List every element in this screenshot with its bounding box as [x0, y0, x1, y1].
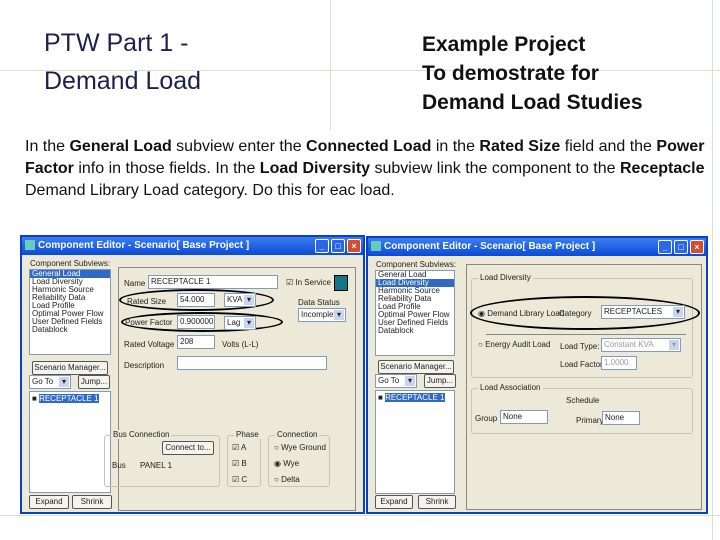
- load-factor-input[interactable]: 1.0000: [601, 356, 637, 370]
- name-input[interactable]: RECEPTACLE 1: [148, 275, 278, 289]
- power-factor-label: Power Factor: [125, 318, 173, 327]
- jump-button[interactable]: Jump...: [78, 375, 110, 389]
- expand-button[interactable]: Expand: [375, 495, 413, 509]
- load-type-dropdown[interactable]: Constant KVA: [601, 338, 681, 352]
- slide-title: PTW Part 1 - Demand Load: [44, 29, 202, 95]
- component-editor-load-diversity: Component Editor - Scenario[ Base Projec…: [366, 236, 708, 514]
- load-type-label: Load Type:: [560, 342, 600, 351]
- rated-size-input[interactable]: 54.000: [177, 293, 215, 307]
- minimize-button[interactable]: _: [315, 239, 329, 253]
- subview-optimal-power-flow[interactable]: Optimal Power Flow: [30, 310, 110, 318]
- rated-voltage-unit: Volts (L-L): [222, 340, 259, 349]
- phase-b-checkbox[interactable]: ☑ B: [232, 459, 247, 468]
- subview-datablock[interactable]: Datablock: [30, 326, 110, 334]
- component-tree[interactable]: ■ RECEPTACLE 1: [29, 391, 111, 493]
- maximize-button[interactable]: □: [331, 239, 345, 253]
- rated-voltage-input[interactable]: 208: [177, 335, 215, 349]
- app-icon: [371, 241, 381, 251]
- rated-size-unit-dropdown[interactable]: KVA: [224, 293, 256, 307]
- subviews-list[interactable]: General Load Load Diversity Harmonic Sou…: [375, 270, 455, 356]
- group-input[interactable]: None: [500, 410, 548, 424]
- subviews-label: Component Subviews:: [376, 260, 457, 269]
- primary-input[interactable]: None: [602, 411, 640, 425]
- data-status-dropdown[interactable]: Incomplete: [298, 308, 346, 322]
- divider: [486, 334, 686, 335]
- subview-load-diversity[interactable]: Load Diversity: [30, 278, 110, 286]
- shrink-button[interactable]: Shrink: [72, 495, 112, 509]
- data-status-label: Data Status: [298, 298, 340, 307]
- subview-harmonic-source[interactable]: Harmonic Source: [376, 287, 454, 295]
- tree-item[interactable]: RECEPTACLE 1: [39, 394, 99, 403]
- instructions-text: In the General Load subview enter the Co…: [25, 138, 705, 199]
- schedule-label: Schedule: [566, 396, 600, 405]
- title-bar: Component Editor - Scenario[ Base Projec…: [368, 238, 706, 256]
- load-icon: ■: [378, 393, 386, 402]
- subview-load-profile[interactable]: Load Profile: [376, 303, 454, 311]
- subview-general-load[interactable]: General Load: [376, 271, 454, 279]
- wye-ground-radio[interactable]: ○ Wye Ground: [274, 443, 326, 452]
- subview-harmonic-source[interactable]: Harmonic Source: [30, 286, 110, 294]
- jump-button[interactable]: Jump...: [424, 374, 456, 388]
- maximize-button[interactable]: □: [674, 240, 688, 254]
- power-factor-type-dropdown[interactable]: Lag: [224, 316, 256, 330]
- tree-item[interactable]: RECEPTACLE 1: [385, 393, 445, 402]
- demand-library-load-radio[interactable]: ◉ Demand Library Load: [478, 309, 564, 318]
- minimize-button[interactable]: _: [658, 240, 672, 254]
- load-icon: ■: [32, 394, 40, 403]
- slide-subtitle: Example Project To demostrate for Demand L…: [422, 33, 643, 114]
- subviews-list[interactable]: General Load Load Diversity Harmonic Sou…: [29, 269, 111, 355]
- scenario-manager-button[interactable]: Scenario Manager...: [32, 361, 108, 375]
- subview-datablock[interactable]: Datablock: [376, 327, 454, 335]
- subview-reliability-data[interactable]: Reliability Data: [376, 295, 454, 303]
- delta-radio[interactable]: ○ Delta: [274, 475, 300, 484]
- component-editor-general-load: Component Editor - Scenario[ Base Projec…: [20, 235, 365, 514]
- group-label: Group: [475, 414, 498, 423]
- scenario-manager-button[interactable]: Scenario Manager...: [378, 360, 454, 374]
- primary-label: Primary: [576, 416, 604, 425]
- subview-reliability-data[interactable]: Reliability Data: [30, 294, 110, 302]
- app-icon: [25, 240, 35, 250]
- power-factor-input[interactable]: 0.900000: [177, 315, 215, 329]
- name-label: Name: [124, 279, 146, 288]
- close-button[interactable]: ×: [347, 239, 361, 253]
- bus-label: Bus: [112, 461, 126, 470]
- component-tree[interactable]: ■ RECEPTACLE 1: [375, 390, 455, 494]
- load-factor-label: Load Factor: [560, 360, 603, 369]
- bus-value: PANEL 1: [140, 461, 173, 470]
- title-bar: Component Editor - Scenario[ Base Projec…: [22, 237, 363, 255]
- subview-load-profile[interactable]: Load Profile: [30, 302, 110, 310]
- close-button[interactable]: ×: [690, 240, 704, 254]
- goto-dropdown[interactable]: Go To: [375, 374, 417, 388]
- expand-button[interactable]: Expand: [29, 495, 69, 509]
- rated-voltage-label: Rated Voltage: [124, 340, 175, 349]
- subview-optimal-power-flow[interactable]: Optimal Power Flow: [376, 311, 454, 319]
- load-component-icon: [334, 275, 348, 291]
- phase-c-checkbox[interactable]: ☑ C: [232, 475, 247, 484]
- description-input[interactable]: [177, 356, 327, 370]
- subview-general-load[interactable]: General Load: [30, 270, 110, 278]
- connect-to-button[interactable]: Connect to...: [162, 441, 214, 455]
- category-dropdown[interactable]: RECEPTACLES: [601, 305, 685, 319]
- category-label: Category: [559, 309, 592, 318]
- phase-a-checkbox[interactable]: ☑ A: [232, 443, 246, 452]
- subviews-label: Component Subviews:: [30, 259, 111, 268]
- wye-radio[interactable]: ◉ Wye: [274, 459, 299, 468]
- subview-user-defined-fields[interactable]: User Defined Fields: [376, 319, 454, 327]
- subview-load-diversity[interactable]: Load Diversity: [376, 279, 454, 287]
- goto-dropdown[interactable]: Go To: [29, 375, 71, 389]
- in-service-checkbox[interactable]: ☑ In Service: [286, 278, 331, 287]
- energy-audit-load-radio[interactable]: ○ Energy Audit Load: [478, 340, 550, 349]
- subview-user-defined-fields[interactable]: User Defined Fields: [30, 318, 110, 326]
- shrink-button[interactable]: Shrink: [418, 495, 456, 509]
- description-label: Description: [124, 361, 165, 370]
- rated-size-label: Rated Size: [127, 297, 167, 306]
